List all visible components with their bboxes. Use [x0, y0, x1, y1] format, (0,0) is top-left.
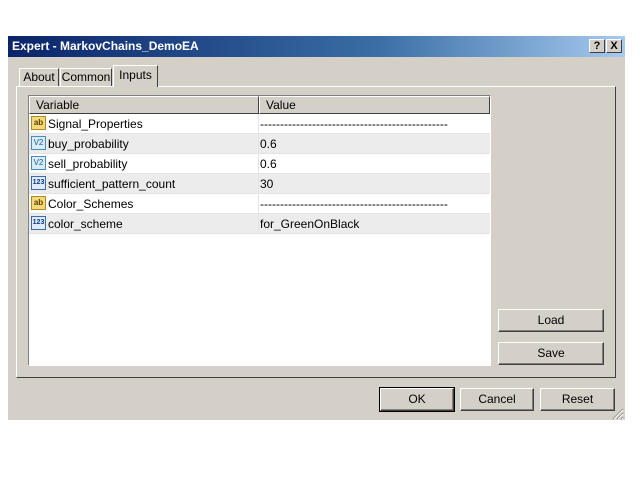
variable-name: sell_probability [48, 157, 128, 171]
variable-value[interactable]: ----------------------------------------… [260, 197, 448, 211]
table-row[interactable]: ab Color_Schemes -------------------------… [29, 194, 490, 214]
resize-grip-icon[interactable] [612, 408, 624, 420]
save-button[interactable]: Save [498, 342, 604, 365]
tab-about[interactable]: About [19, 68, 59, 86]
variable-value[interactable]: 0.6 [260, 137, 277, 151]
inputs-table[interactable]: Variable Value ab Signal_Properties ------… [28, 95, 491, 366]
variable-value[interactable]: for_GreenOnBlack [260, 217, 359, 231]
column-divider [258, 194, 259, 214]
load-button[interactable]: Load [498, 309, 604, 332]
close-button[interactable]: X [606, 39, 622, 53]
table-row[interactable]: 123 color_scheme for_GreenOnBlack [29, 214, 490, 234]
table-row[interactable]: V2 buy_probability 0.6 [29, 134, 490, 154]
tab-common[interactable]: Common [60, 68, 112, 86]
column-divider [258, 114, 259, 134]
column-header-value[interactable]: Value [259, 96, 490, 114]
column-divider [258, 154, 259, 174]
variable-value[interactable]: 0.6 [260, 157, 277, 171]
expert-properties-dialog: Expert - MarkovChains_DemoEA ? X About C… [8, 36, 625, 420]
table-row[interactable]: V2 sell_probability 0.6 [29, 154, 490, 174]
cancel-button[interactable]: Cancel [460, 388, 534, 411]
window-title: Expert - MarkovChains_DemoEA [12, 39, 199, 53]
integer-type-icon: 123 [31, 176, 46, 190]
variable-name: Signal_Properties [48, 117, 143, 131]
string-type-icon: ab [31, 196, 46, 210]
ok-button[interactable]: OK [379, 387, 455, 412]
string-type-icon: ab [31, 116, 46, 130]
double-type-icon: V2 [31, 156, 46, 170]
variable-name: buy_probability [48, 137, 129, 151]
variable-name: color_scheme [48, 217, 123, 231]
help-button[interactable]: ? [589, 39, 605, 53]
title-bar[interactable]: Expert - MarkovChains_DemoEA ? X [8, 36, 625, 57]
column-divider [258, 174, 259, 194]
variable-name: Color_Schemes [48, 197, 134, 211]
variable-value[interactable]: ----------------------------------------… [260, 117, 448, 131]
integer-type-icon: 123 [31, 216, 46, 230]
table-row[interactable]: 123 sufficient_pattern_count 30 [29, 174, 490, 194]
tab-inputs[interactable]: Inputs [113, 65, 158, 87]
table-row[interactable]: ab Signal_Properties ---------------------… [29, 114, 490, 134]
reset-button[interactable]: Reset [540, 388, 615, 411]
column-divider [258, 214, 259, 234]
column-header-variable[interactable]: Variable [29, 96, 259, 114]
column-divider [258, 134, 259, 154]
double-type-icon: V2 [31, 136, 46, 150]
variable-value[interactable]: 30 [260, 177, 273, 191]
variable-name: sufficient_pattern_count [48, 177, 176, 191]
